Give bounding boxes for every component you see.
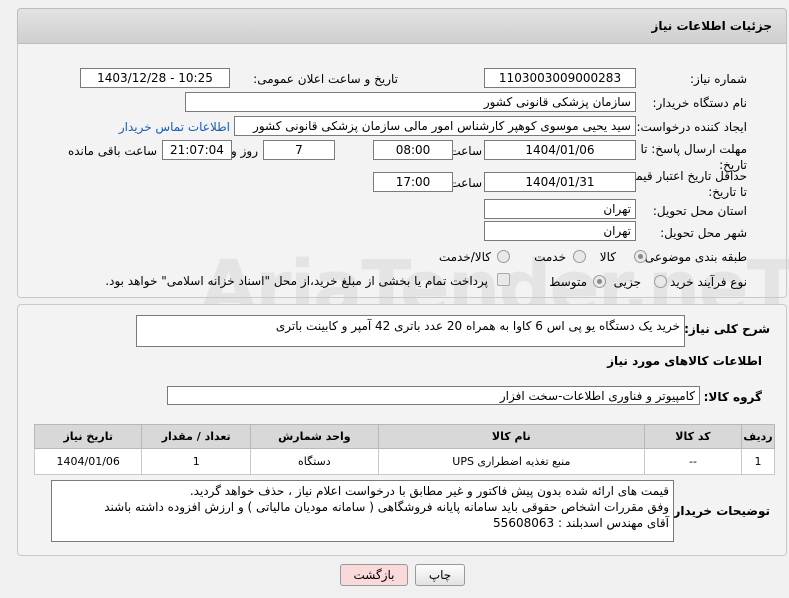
col-qty: تعداد / مقدار [141, 424, 251, 449]
category-option-goods-service: کالا/خدمت [438, 250, 491, 264]
col-unit: واحد شمارش [249, 424, 379, 449]
buyer-note-line: وفق مقررات اشخاص حقوقی باید سامانه پایان… [104, 500, 669, 514]
purchase-radio-medium[interactable] [593, 275, 606, 288]
buyer-note-line: قیمت های ارائه شده بدون پیش فاکتور و غیر… [189, 484, 669, 498]
city-label: شهر محل تحویل: [660, 226, 747, 240]
category-radio-goods-service[interactable] [497, 250, 510, 263]
buyer-org-label: نام دستگاه خریدار: [652, 96, 748, 110]
buyer-contact-link[interactable]: اطلاعات تماس خریدار [119, 120, 230, 134]
panel-header: جزئیات اطلاعات نیاز [17, 8, 787, 44]
cell-code: -- [643, 448, 743, 475]
category-radio-goods[interactable] [634, 250, 647, 263]
purchase-option-medium: متوسط [549, 275, 587, 289]
treasury-checkbox[interactable] [497, 273, 510, 286]
table-row: 1 -- منبع تغذیه اضطراری UPS دستگاه 1 140… [33, 448, 775, 475]
price-validity-time-field: 17:00 [373, 172, 453, 192]
category-radio-service[interactable] [573, 250, 586, 263]
goods-info-title: اطلاعات کالاهای مورد نیاز [607, 354, 762, 368]
buyer-org-field: سازمان پزشکی قانونی کشور [185, 92, 636, 112]
category-option-service: خدمت [534, 250, 566, 264]
price-validity-date-field: 1404/01/31 [484, 172, 636, 192]
buyer-notes-field: قیمت های ارائه شده بدون پیش فاکتور و غیر… [51, 480, 674, 542]
goods-table: ردیف کد کالا نام کالا واحد شمارش تعداد /… [33, 424, 775, 475]
col-code: کد کالا [643, 424, 743, 449]
panel-title: جزئیات اطلاعات نیاز [651, 19, 772, 33]
col-date: تاریخ نیاز [33, 424, 143, 449]
price-validity-label: حداقل تاریخ اعتبار قیمت: تا تاریخ: [620, 169, 747, 199]
category-label: طبقه بندی موضوعی: [640, 250, 747, 264]
announce-field: 1403/12/28 - 10:25 [80, 68, 230, 88]
announce-label: تاریخ و ساعت اعلان عمومی: [253, 72, 398, 86]
province-label: استان محل تحویل: [652, 204, 747, 218]
buyer-notes-label: توضیحات خریدار: [668, 504, 770, 518]
print-button[interactable]: چاپ [415, 564, 465, 586]
province-field: تهران [484, 199, 636, 219]
need-number-label: شماره نیاز: [690, 72, 747, 86]
summary-field: خرید یک دستگاه یو پی اس 6 کاوا به همراه … [136, 315, 685, 347]
table-header-row: ردیف کد کالا نام کالا واحد شمارش تعداد /… [33, 424, 775, 449]
need-number-field: 1103003009000283 [484, 68, 636, 88]
cell-unit: دستگاه [249, 448, 379, 475]
remaining-label: ساعت باقی مانده [67, 144, 157, 158]
col-row: ردیف [741, 424, 775, 449]
days-label: روز و [231, 144, 258, 158]
requester-label: ایجاد کننده درخواست: [636, 120, 747, 134]
summary-label: شرح کلی نیاز: [684, 322, 770, 336]
purchase-option-minor: جزیی [613, 275, 641, 289]
days-field: 7 [263, 140, 335, 160]
requester-field: سید یحیی موسوی کوهپر کارشناس امور مالی س… [234, 116, 636, 136]
back-button[interactable]: بازگشت [340, 564, 408, 586]
remaining-field: 21:07:04 [162, 140, 232, 160]
category-option-goods: کالا [599, 250, 616, 264]
purchase-radio-minor[interactable] [654, 275, 667, 288]
cell-qty: 1 [141, 448, 251, 475]
col-name: نام کالا [377, 424, 645, 449]
purchase-type-label: نوع فرآیند خرید : [662, 275, 747, 289]
reply-time-field: 08:00 [373, 140, 453, 160]
goods-group-label: گروه کالا: [703, 390, 762, 404]
cell-date: 1404/01/06 [33, 448, 143, 475]
cell-name: منبع تغذیه اضطراری UPS [377, 448, 645, 475]
reply-date-field: 1404/01/06 [484, 140, 636, 160]
goods-group-field: کامپیوتر و فناوری اطلاعات-سخت افزار [167, 386, 700, 405]
reply-time-label: ساعت [449, 144, 482, 158]
city-field: تهران [484, 221, 636, 241]
price-validity-time-label: ساعت [449, 176, 482, 190]
buyer-note-line: آقای مهندس اسدبلند : 55608063 [493, 516, 669, 530]
treasury-note: پرداخت تمام یا بخشی از مبلغ خرید،از محل … [105, 274, 488, 288]
cell-row: 1 [741, 448, 775, 475]
